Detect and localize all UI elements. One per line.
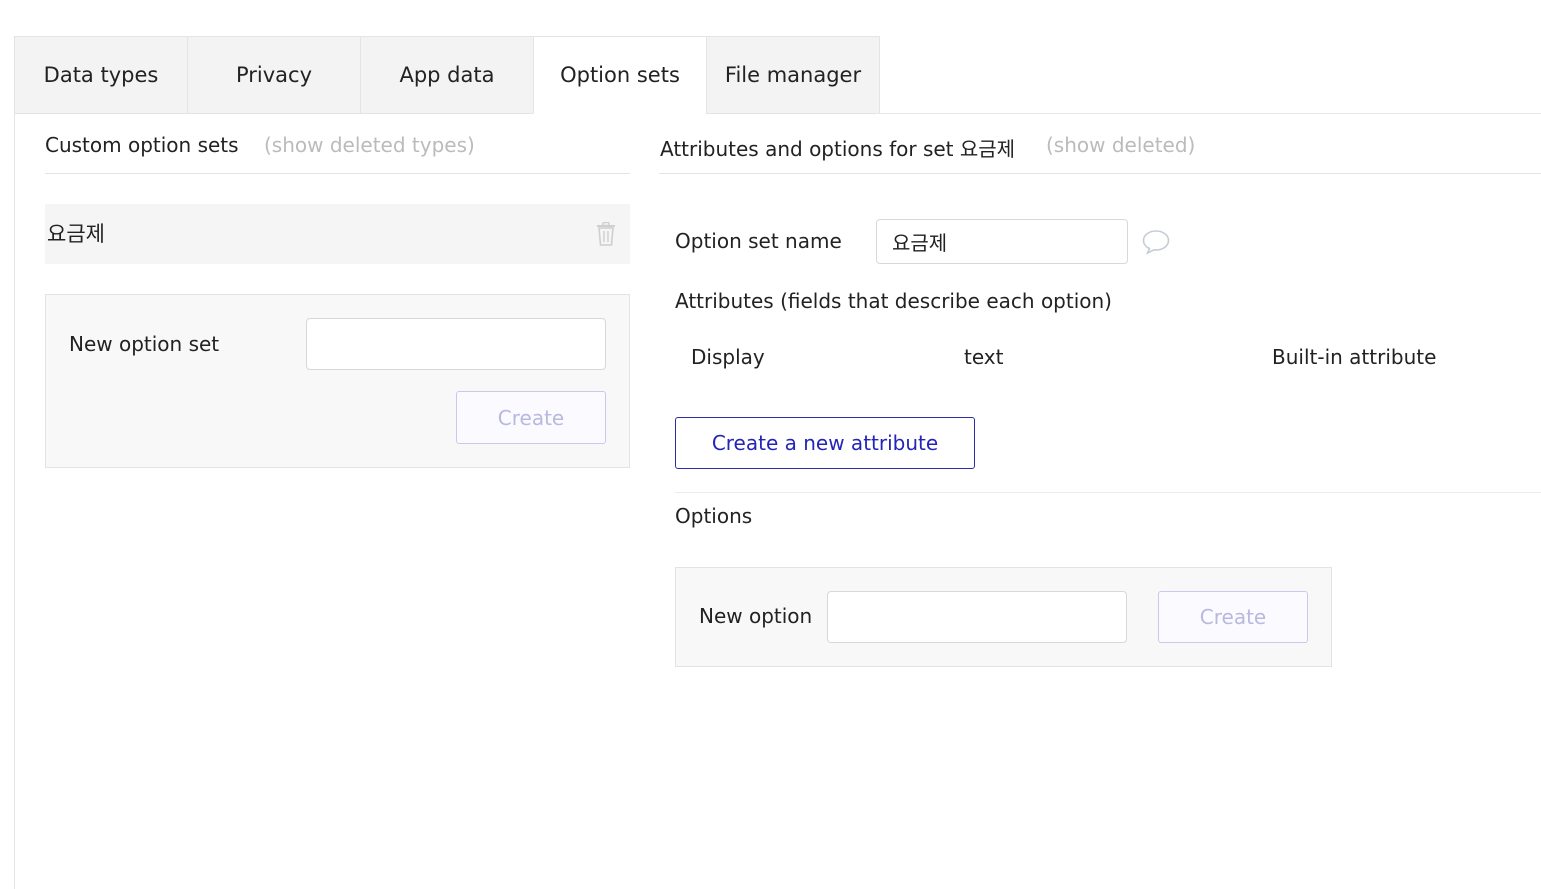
option-set-name-input[interactable] [876,219,1128,264]
options-divider [675,492,1541,493]
attributes-options-title: Attributes and options for set 요금제 [660,137,1016,161]
right-header-divider [659,173,1541,174]
option-set-name-label: Option set name [675,229,842,253]
tab-bar: Data types Privacy App data Option sets … [14,36,880,114]
create-option-button[interactable]: Create [1158,591,1308,643]
tab-privacy[interactable]: Privacy [187,36,360,114]
new-option-input[interactable] [827,591,1127,643]
options-heading: Options [675,504,753,528]
create-attribute-button[interactable]: Create a new attribute [675,417,975,469]
attribute-builtin-note: Built-in attribute [1272,345,1437,369]
tab-option-sets[interactable]: Option sets [533,36,706,114]
create-option-set-button[interactable]: Create [456,391,606,444]
option-set-name: 요금제 [47,222,105,246]
content-left-border [14,113,15,889]
show-deleted-types-link[interactable]: (show deleted types) [264,133,475,157]
new-option-set-input[interactable] [306,318,606,370]
attribute-name: Display [691,345,765,369]
new-option-label: New option [699,604,813,628]
attributes-heading: Attributes (fields that describe each op… [675,289,1112,313]
new-option-panel: New option Create [675,567,1332,667]
left-header-divider [45,173,630,174]
option-set-row[interactable]: 요금제 [45,204,630,264]
tab-file-manager[interactable]: File manager [706,36,880,114]
show-deleted-link[interactable]: (show deleted) [1046,133,1195,157]
new-option-set-label: New option set [69,332,220,356]
new-option-set-panel: New option set Create [45,294,630,468]
attribute-type: text [964,345,1004,369]
tab-data-types[interactable]: Data types [14,36,187,114]
speech-bubble-icon[interactable] [1141,228,1171,256]
tab-bar-divider [876,113,1541,114]
custom-option-sets-title: Custom option sets [45,133,239,157]
tab-app-data[interactable]: App data [360,36,533,114]
trash-icon[interactable] [596,222,616,246]
